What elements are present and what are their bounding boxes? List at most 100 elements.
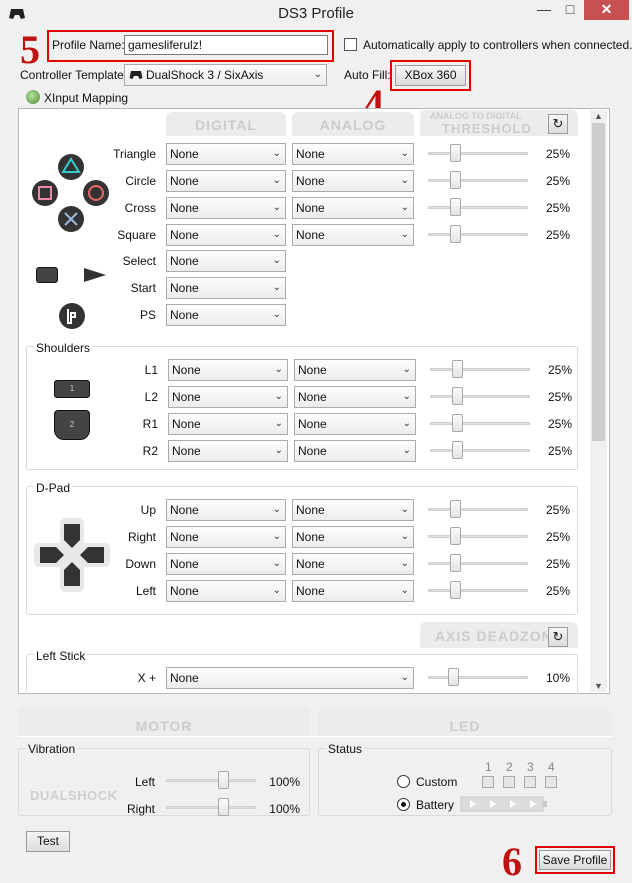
square-digital-select[interactable]: None ⌄ [166,224,286,246]
led-2-checkbox[interactable] [503,776,515,788]
chevron-down-icon: ⌄ [402,445,411,456]
minimize-button[interactable]: — [532,0,556,20]
triangle-analog-select-value: None [296,147,325,161]
auto-fill-label: Auto Fill: [344,68,391,82]
led-3-checkbox[interactable] [524,776,536,788]
cross-digital-select[interactable]: None ⌄ [166,197,286,219]
r2-analog-select-value: None [298,444,327,458]
down-digital-select[interactable]: None ⌄ [166,553,286,575]
r2-digital-select[interactable]: None ⌄ [168,440,288,462]
r1-digital-select[interactable]: None ⌄ [168,413,288,435]
select-digital-select-value: None [170,254,199,268]
circle-analog-select-value: None [296,174,325,188]
maximize-button[interactable]: □ [558,0,582,20]
r1-threshold-track [430,422,530,425]
chevron-down-icon: ⌄ [274,391,283,402]
chevron-down-icon: ⌄ [400,585,409,596]
right-threshold-slider[interactable] [450,527,461,545]
start-label: Start [130,281,156,295]
x-threshold-slider[interactable] [448,668,459,686]
refresh-icon: ↻ [552,116,564,131]
profile-name-input[interactable]: gamesliferulz! [124,35,328,55]
scroll-down-icon[interactable]: ▼ [592,680,605,692]
r1-analog-select[interactable]: None ⌄ [294,413,416,435]
start-digital-select[interactable]: None ⌄ [166,277,286,299]
x-digital-select[interactable]: None ⌄ [166,667,414,689]
up-digital-select[interactable]: None ⌄ [166,499,286,521]
custom-radio[interactable] [397,775,410,788]
title-bar: DS3 Profile — □ ✕ [0,0,632,28]
refresh-threshold-button[interactable]: ↻ [548,114,568,134]
status-title: Status [326,742,365,756]
cross-threshold-track [428,206,528,209]
chevron-down-icon: ⌄ [272,175,281,186]
left-threshold-slider[interactable] [450,581,461,599]
r1-analog-select-value: None [298,417,327,431]
circle-digital-select-value: None [170,174,199,188]
ps-digital-select[interactable]: None ⌄ [166,304,286,326]
triangle-digital-select[interactable]: None ⌄ [166,143,286,165]
left-analog-select[interactable]: None ⌄ [292,580,414,602]
vibration-right-slider[interactable] [218,798,229,816]
gamepad-icon [129,71,143,79]
x-threshold-track [428,676,528,679]
refresh-deadzone-button[interactable]: ↻ [548,627,568,647]
triangle-threshold-slider[interactable] [450,144,461,162]
left-digital-select[interactable]: None ⌄ [166,580,286,602]
auto-apply-checkbox[interactable] [344,38,357,51]
vibration-right-track [166,806,256,809]
r2-analog-select[interactable]: None ⌄ [294,440,416,462]
scrollbar-thumb[interactable] [592,123,605,441]
cross-analog-select[interactable]: None ⌄ [292,197,414,219]
controller-template-select[interactable]: DualShock 3 / SixAxis ⌄ [124,64,327,86]
select-digital-select[interactable]: None ⌄ [166,250,286,272]
l1-threshold-slider[interactable] [452,360,463,378]
cross-threshold-slider[interactable] [450,198,461,216]
led-1-checkbox[interactable] [482,776,494,788]
face-buttons-icon [32,154,109,232]
triangle-analog-select[interactable]: None ⌄ [292,143,414,165]
chevron-down-icon: ⌄ [313,69,322,80]
xinput-mapping-label: XInput Mapping [44,91,129,105]
xbox-360-autofill-button[interactable]: XBox 360 [395,65,466,86]
left-digital-select-value: None [170,584,199,598]
triangle-threshold-track [428,152,528,155]
test-button[interactable]: Test [26,831,70,852]
down-threshold-slider[interactable] [450,554,461,572]
annotation-6: 6 [502,839,522,883]
l1-digital-select[interactable]: None ⌄ [168,359,288,381]
square-threshold-slider[interactable] [450,225,461,243]
triangle-pct: 25% [545,147,570,161]
circle-threshold-slider[interactable] [450,171,461,189]
up-analog-select[interactable]: None ⌄ [292,499,414,521]
square-analog-select[interactable]: None ⌄ [292,224,414,246]
l1-icon: 1 [54,380,90,398]
l2-digital-select[interactable]: None ⌄ [168,386,288,408]
right-analog-select[interactable]: None ⌄ [292,526,414,548]
r2-threshold-slider[interactable] [452,441,463,459]
l2-threshold-slider[interactable] [452,387,463,405]
l1-analog-select[interactable]: None ⌄ [294,359,416,381]
down-label: Down [125,557,156,571]
led-4-checkbox[interactable] [545,776,557,788]
up-threshold-slider[interactable] [450,500,461,518]
square-pct: 25% [545,228,570,242]
circle-digital-select[interactable]: None ⌄ [166,170,286,192]
battery-radio[interactable] [397,798,410,811]
down-analog-select[interactable]: None ⌄ [292,553,414,575]
l1-pct: 25% [547,363,572,377]
vibration-title: Vibration [26,742,78,756]
circle-threshold-track [428,179,528,182]
right-digital-select[interactable]: None ⌄ [166,526,286,548]
vibration-left-slider[interactable] [218,771,229,789]
l2-analog-select[interactable]: None ⌄ [294,386,416,408]
circle-analog-select[interactable]: None ⌄ [292,170,414,192]
r1-threshold-slider[interactable] [452,414,463,432]
close-button[interactable]: ✕ [584,0,629,20]
select-label: Select [122,254,156,268]
l1-threshold-track [430,368,530,371]
refresh-icon: ↻ [552,629,564,644]
scroll-up-icon[interactable]: ▲ [592,110,605,122]
up-label: Up [140,503,156,517]
save-profile-button[interactable]: Save Profile [539,850,611,870]
